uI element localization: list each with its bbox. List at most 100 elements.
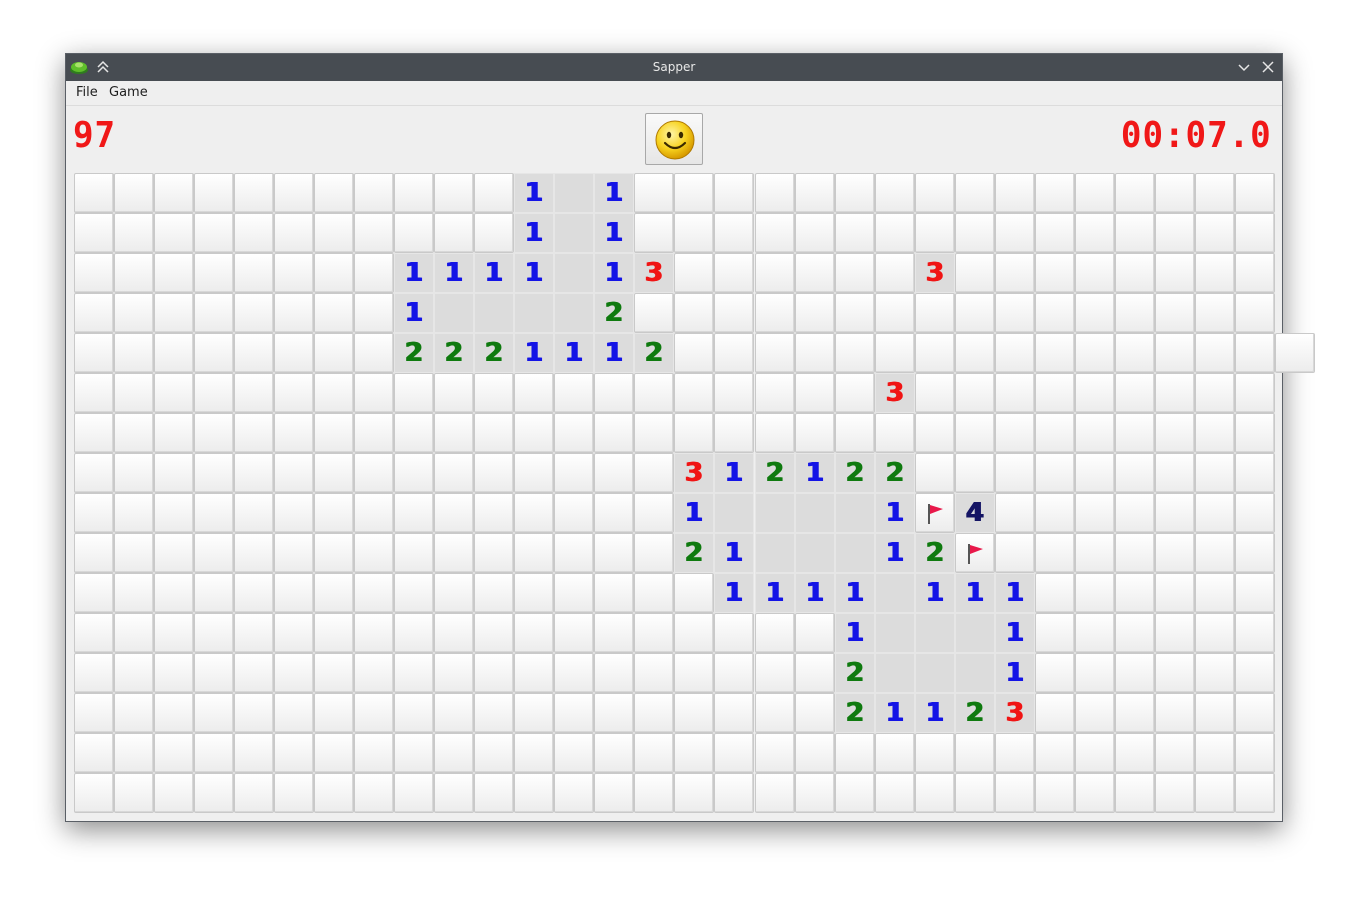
cell-unopened[interactable]: [554, 653, 594, 693]
cell-unopened[interactable]: [314, 613, 354, 653]
cell-unopened[interactable]: [1195, 733, 1235, 773]
cell-unopened[interactable]: [795, 693, 835, 733]
cell-unopened[interactable]: [74, 533, 114, 573]
cell-unopened[interactable]: [514, 773, 554, 813]
cell-unopened[interactable]: [875, 213, 915, 253]
cell-unopened[interactable]: [1235, 693, 1275, 733]
cell-unopened[interactable]: [755, 173, 795, 213]
cell-unopened[interactable]: [394, 173, 434, 213]
cell-unopened[interactable]: [1075, 373, 1115, 413]
cell-unopened[interactable]: [674, 253, 714, 293]
cell-unopened[interactable]: [1235, 173, 1275, 213]
cell-unopened[interactable]: [154, 733, 194, 773]
cell-unopened[interactable]: [1075, 573, 1115, 613]
cell-unopened[interactable]: [755, 213, 795, 253]
cell-unopened[interactable]: [1155, 293, 1195, 333]
cell-unopened[interactable]: [554, 733, 594, 773]
cell-unopened[interactable]: [274, 573, 314, 613]
cell-unopened[interactable]: [74, 413, 114, 453]
cell-unopened[interactable]: [234, 373, 274, 413]
cell-unopened[interactable]: [74, 213, 114, 253]
cell-unopened[interactable]: [114, 413, 154, 453]
cell-unopened[interactable]: [474, 453, 514, 493]
cell-unopened[interactable]: [1155, 733, 1195, 773]
cell-unopened[interactable]: [194, 773, 234, 813]
cell-unopened[interactable]: [955, 173, 995, 213]
cell-unopened[interactable]: [154, 373, 194, 413]
cell-unopened[interactable]: [795, 413, 835, 453]
minimize-icon[interactable]: [1236, 59, 1252, 75]
cell-unopened[interactable]: [835, 173, 875, 213]
cell-unopened[interactable]: [634, 773, 674, 813]
cell-unopened[interactable]: [995, 373, 1035, 413]
cell-unopened[interactable]: [274, 733, 314, 773]
cell-unopened[interactable]: [114, 533, 154, 573]
cell-unopened[interactable]: [674, 733, 714, 773]
cell-unopened[interactable]: [795, 733, 835, 773]
cell-unopened[interactable]: [314, 453, 354, 493]
cell-unopened[interactable]: [434, 373, 474, 413]
cell-unopened[interactable]: [915, 413, 955, 453]
cell-unopened[interactable]: [154, 413, 194, 453]
cell-unopened[interactable]: [1075, 693, 1115, 733]
cell-unopened[interactable]: [1075, 773, 1115, 813]
cell-unopened[interactable]: [114, 373, 154, 413]
cell-unopened[interactable]: [194, 173, 234, 213]
cell-unopened[interactable]: [634, 733, 674, 773]
cell-unopened[interactable]: [1035, 533, 1075, 573]
cell-unopened[interactable]: [1195, 693, 1235, 733]
cell-unopened[interactable]: [634, 413, 674, 453]
cell-unopened[interactable]: [1075, 213, 1115, 253]
cell-unopened[interactable]: [995, 733, 1035, 773]
cell-unopened[interactable]: [835, 333, 875, 373]
cell-unopened[interactable]: [154, 613, 194, 653]
cell-unopened[interactable]: [955, 333, 995, 373]
cell-unopened[interactable]: [755, 773, 795, 813]
cell-unopened[interactable]: [1035, 333, 1075, 373]
cell-unopened[interactable]: [875, 173, 915, 213]
cell-unopened[interactable]: [1035, 733, 1075, 773]
cell-unopened[interactable]: [394, 373, 434, 413]
menu-game[interactable]: Game: [109, 85, 148, 100]
cell-unopened[interactable]: [194, 573, 234, 613]
cell-unopened[interactable]: [274, 413, 314, 453]
cell-unopened[interactable]: [875, 253, 915, 293]
cell-unopened[interactable]: [1115, 573, 1155, 613]
cell-unopened[interactable]: [714, 773, 754, 813]
cell-unopened[interactable]: [514, 613, 554, 653]
cell-unopened[interactable]: [1115, 333, 1155, 373]
cell-unopened[interactable]: [875, 773, 915, 813]
cell-unopened[interactable]: [274, 333, 314, 373]
cell-unopened[interactable]: [1195, 773, 1235, 813]
cell-unopened[interactable]: [1115, 653, 1155, 693]
cell-unopened[interactable]: [674, 413, 714, 453]
cell-unopened[interactable]: [154, 293, 194, 333]
cell-unopened[interactable]: [554, 373, 594, 413]
cell-unopened[interactable]: [234, 173, 274, 213]
cell-unopened[interactable]: [114, 253, 154, 293]
cell-unopened[interactable]: [154, 173, 194, 213]
cell-unopened[interactable]: [634, 573, 674, 613]
cell-unopened[interactable]: [74, 733, 114, 773]
cell-unopened[interactable]: [194, 653, 234, 693]
cell-unopened[interactable]: [154, 693, 194, 733]
cell-unopened[interactable]: [434, 693, 474, 733]
cell-unopened[interactable]: [995, 453, 1035, 493]
cell-unopened[interactable]: [554, 773, 594, 813]
cell-unopened[interactable]: [1195, 373, 1235, 413]
cell-unopened[interactable]: [474, 373, 514, 413]
cell-unopened[interactable]: [835, 213, 875, 253]
cell-unopened[interactable]: [1035, 293, 1075, 333]
cell-unopened[interactable]: [1115, 373, 1155, 413]
cell-unopened[interactable]: [154, 773, 194, 813]
cell-unopened[interactable]: [714, 253, 754, 293]
cell-unopened[interactable]: [514, 453, 554, 493]
cell-unopened[interactable]: [514, 493, 554, 533]
cell-unopened[interactable]: [1195, 533, 1235, 573]
cell-unopened[interactable]: [354, 293, 394, 333]
cell-unopened[interactable]: [314, 693, 354, 733]
cell-unopened[interactable]: [634, 613, 674, 653]
cell-unopened[interactable]: [114, 733, 154, 773]
cell-unopened[interactable]: [1155, 773, 1195, 813]
cell-unopened[interactable]: [1115, 173, 1155, 213]
